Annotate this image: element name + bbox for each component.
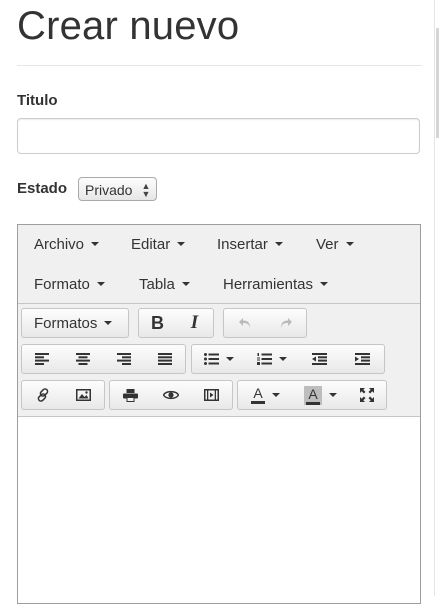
image-button[interactable] xyxy=(63,381,104,409)
redo-button[interactable] xyxy=(265,309,306,337)
undo-button[interactable] xyxy=(224,309,265,337)
menu-ver[interactable]: Ver xyxy=(316,236,354,253)
bullet-list-button[interactable] xyxy=(192,345,245,373)
chevron-down-icon xyxy=(329,393,337,397)
history-group xyxy=(223,308,307,338)
chevron-down-icon xyxy=(272,393,280,397)
italic-button[interactable]: I xyxy=(176,309,213,337)
bg-color-letter: A xyxy=(308,385,318,402)
chevron-down-icon xyxy=(104,321,113,325)
editor-content-area[interactable] xyxy=(18,417,420,603)
text-style-group: B I xyxy=(138,308,214,338)
chevron-down-icon xyxy=(96,282,105,286)
bold-button[interactable]: B xyxy=(139,309,176,337)
editor-menubar: Archivo Editar Insertar Ver Formato Tabl… xyxy=(18,225,420,304)
fullscreen-button[interactable] xyxy=(348,381,386,409)
align-center-icon xyxy=(76,353,91,365)
print-button[interactable] xyxy=(110,381,151,409)
editor-toolbar: Formatos B I A A xyxy=(18,304,420,417)
align-right-button[interactable] xyxy=(104,345,145,373)
align-right-icon xyxy=(116,353,131,365)
link-icon xyxy=(37,388,48,402)
estado-select[interactable]: Privado ▲ ▼ xyxy=(78,177,158,201)
list-indent-group xyxy=(191,344,385,374)
numbered-list-button[interactable] xyxy=(245,345,298,373)
align-center-button[interactable] xyxy=(63,345,104,373)
formats-dropdown[interactable]: Formatos xyxy=(22,309,128,337)
window-scrollbar[interactable] xyxy=(434,0,441,596)
print-preview-media-group xyxy=(109,380,233,410)
redo-icon xyxy=(280,318,292,328)
chevron-down-icon xyxy=(91,242,100,246)
estado-select-value: Privado xyxy=(85,182,133,198)
align-left-icon xyxy=(35,353,50,365)
select-arrows-icon: ▲ ▼ xyxy=(141,181,151,199)
undo-icon xyxy=(238,318,250,328)
chevron-down-icon xyxy=(181,282,190,286)
estado-label: Estado xyxy=(17,180,68,197)
alignment-group xyxy=(21,344,186,374)
bullet-list-icon xyxy=(203,353,219,365)
indent-icon xyxy=(355,353,370,365)
menu-herramientas[interactable]: Herramientas xyxy=(223,276,329,293)
preview-button[interactable] xyxy=(151,381,192,409)
menu-archivo[interactable]: Archivo xyxy=(34,236,100,253)
titulo-label: Titulo xyxy=(17,92,58,109)
page-title: Crear nuevo xyxy=(17,4,240,48)
media-button[interactable] xyxy=(191,381,232,409)
indent-button[interactable] xyxy=(341,345,384,373)
chevron-down-icon xyxy=(274,242,283,246)
align-justify-icon xyxy=(157,353,172,365)
titulo-input[interactable] xyxy=(17,118,420,154)
link-image-group xyxy=(21,380,105,410)
font-color-letter: A xyxy=(253,385,263,401)
preview-icon xyxy=(163,390,179,400)
chevron-down-icon xyxy=(278,357,287,361)
link-button[interactable] xyxy=(22,381,63,409)
bg-color-icon: A xyxy=(304,385,322,405)
menu-formato[interactable]: Formato xyxy=(34,276,105,293)
menu-tabla[interactable]: Tabla xyxy=(139,276,190,293)
media-icon xyxy=(204,389,220,401)
align-justify-button[interactable] xyxy=(144,345,185,373)
color-fullscreen-group: A A xyxy=(237,380,387,410)
font-color-icon: A xyxy=(251,386,265,404)
chevron-down-icon xyxy=(225,357,234,361)
align-left-button[interactable] xyxy=(22,345,63,373)
outdent-button[interactable] xyxy=(298,345,341,373)
image-icon xyxy=(76,389,91,401)
font-color-button[interactable]: A xyxy=(238,381,293,409)
menu-insertar[interactable]: Insertar xyxy=(217,236,283,253)
chevron-down-icon xyxy=(177,242,186,246)
outdent-icon xyxy=(312,353,327,365)
rich-text-editor: Archivo Editar Insertar Ver Formato Tabl… xyxy=(17,224,421,604)
fullscreen-icon xyxy=(360,388,374,402)
title-divider xyxy=(17,65,422,66)
numbered-list-icon xyxy=(256,353,272,365)
scrollbar-thumb[interactable] xyxy=(436,28,439,138)
chevron-down-icon xyxy=(345,242,354,246)
print-icon xyxy=(122,388,138,402)
menu-editar[interactable]: Editar xyxy=(131,236,186,253)
chevron-down-icon xyxy=(320,282,329,286)
formats-group: Formatos xyxy=(21,308,129,338)
bg-color-button[interactable]: A xyxy=(293,381,348,409)
